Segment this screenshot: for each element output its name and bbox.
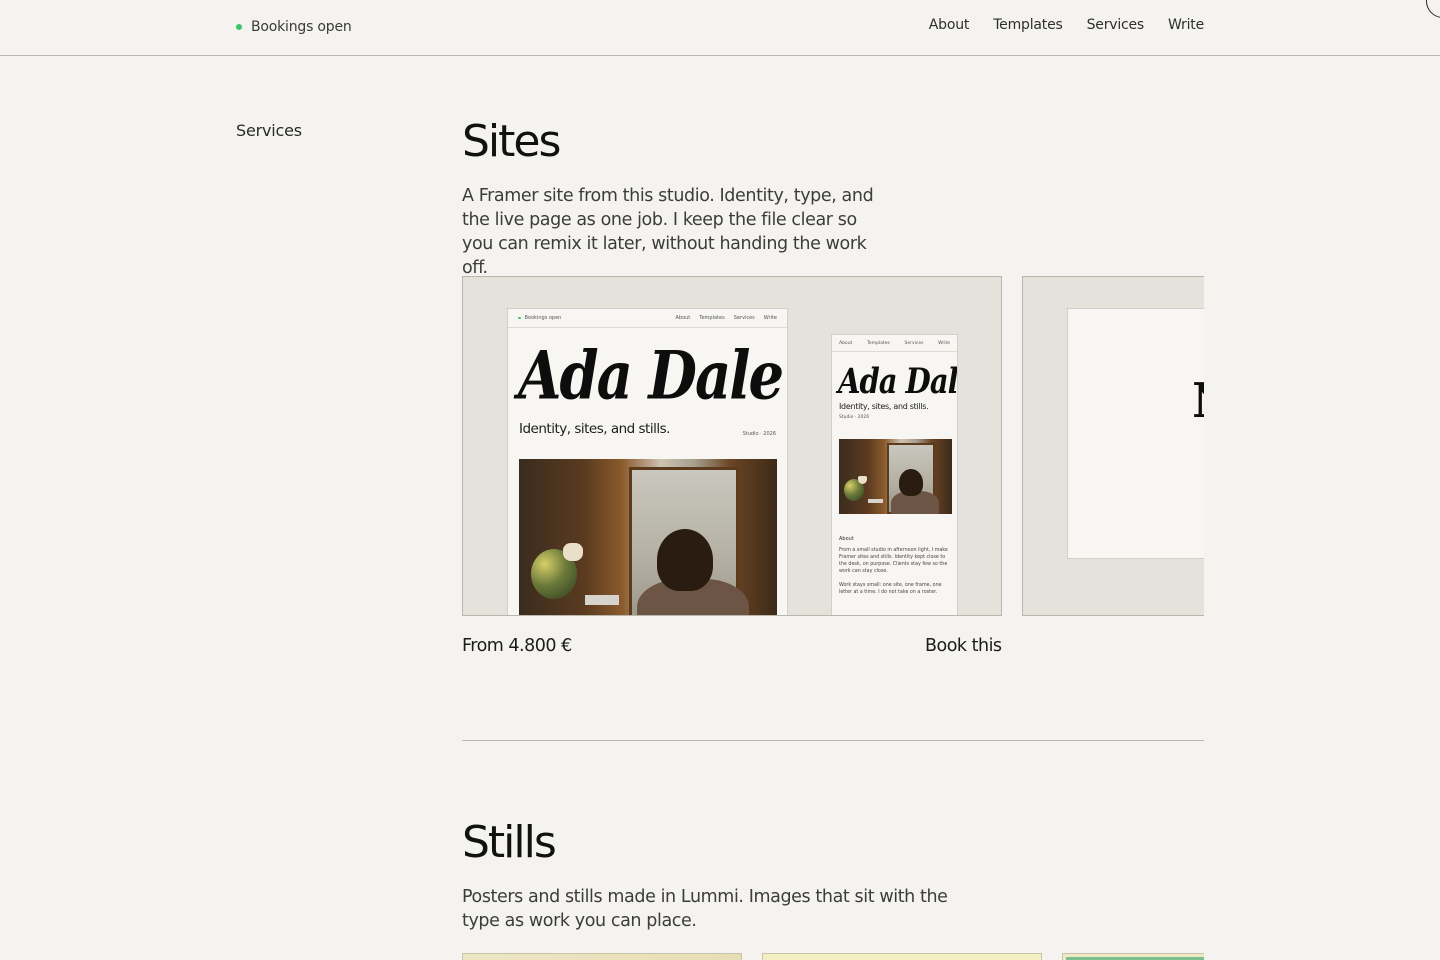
preview-nav-templates: Templates	[699, 315, 725, 321]
mobile-nav-services: Services	[904, 340, 924, 346]
preview-nav: About Templates Services Write	[675, 315, 777, 321]
still-thumbnail[interactable]	[762, 953, 1042, 960]
stills-title: Stills	[462, 817, 557, 868]
mobile-photo-laptop	[868, 499, 883, 503]
mobile-preview-header: About Templates Services Write	[832, 335, 957, 352]
sites-carousel[interactable]: Bookings open About Templates Services W…	[462, 276, 1204, 616]
mobile-year: Studio · 2026	[839, 415, 870, 420]
still-thumbnail[interactable]	[462, 953, 742, 960]
nav-services[interactable]: Services	[1087, 17, 1145, 37]
status-dot-icon	[236, 24, 242, 30]
mobile-about-heading: About	[839, 536, 854, 542]
section-label-services: Services	[236, 121, 302, 140]
stills-carousel[interactable]	[462, 953, 1204, 960]
mobile-nav-about: About	[839, 340, 853, 346]
mobile-nav-templates: Templates	[866, 340, 890, 346]
site-header: Bookings open About Templates Services W…	[0, 0, 1440, 56]
nav-templates[interactable]: Templates	[993, 17, 1063, 37]
preview-photo	[519, 459, 777, 615]
site-preview-card-next[interactable]: N	[1022, 276, 1204, 616]
still-thumbnail[interactable]	[1062, 953, 1204, 960]
mobile-photo-lamp	[858, 476, 867, 484]
preview-status-dot-icon	[518, 316, 521, 320]
mobile-about-paragraph-2: Work stays small: one site, one frame, o…	[839, 583, 942, 595]
next-preview-glyph: N	[1192, 373, 1204, 429]
photo-laptop	[585, 595, 619, 605]
mobile-photo	[839, 439, 952, 514]
photo-lamp	[563, 543, 583, 561]
stills-description: Posters and stills made in Lummi. Images…	[462, 887, 948, 931]
photo-person-head	[657, 529, 713, 591]
section-divider	[462, 740, 1204, 741]
mobile-about-paragraph-1: From a small studio in afternoon light, …	[839, 548, 948, 574]
sites-title: Sites	[462, 116, 561, 167]
preview-status-label: Bookings open	[524, 315, 562, 321]
main-nav: About Templates Services Write	[929, 17, 1204, 37]
booking-status-label: Bookings open	[251, 19, 352, 35]
mobile-preview: About Templates Services Write Ada Dale …	[831, 334, 958, 615]
mobile-tagline: Identity, sites, and stills.	[839, 402, 929, 411]
preview-nav-services: Services	[733, 315, 755, 321]
preview-nav-write: Write	[763, 315, 777, 321]
nav-write[interactable]: Write	[1168, 17, 1204, 37]
site-preview-card[interactable]: Bookings open About Templates Services W…	[462, 276, 1002, 616]
mobile-nav-write: Write	[938, 340, 950, 346]
sites-price: From 4.800 €	[462, 636, 572, 656]
cursor-circle-icon	[1426, 0, 1440, 18]
mobile-photo-person-head	[899, 469, 923, 496]
preview-header: Bookings open About Templates Services W…	[508, 309, 787, 328]
desktop-preview: Bookings open About Templates Services W…	[507, 308, 788, 615]
preview-name-heading: Ada Dale	[518, 337, 784, 415]
sites-description: A Framer site from this studio. Identity…	[462, 186, 874, 278]
nav-about[interactable]: About	[929, 17, 970, 37]
mobile-name-heading: Ada Dale	[838, 361, 958, 402]
preview-year: Studio · 2026	[742, 431, 776, 437]
preview-nav-about: About	[675, 315, 691, 321]
next-preview: N	[1067, 308, 1204, 559]
preview-tagline: Identity, sites, and stills.	[519, 421, 670, 437]
booking-status: Bookings open	[236, 17, 352, 37]
book-this-link[interactable]: Book this	[925, 636, 1002, 656]
